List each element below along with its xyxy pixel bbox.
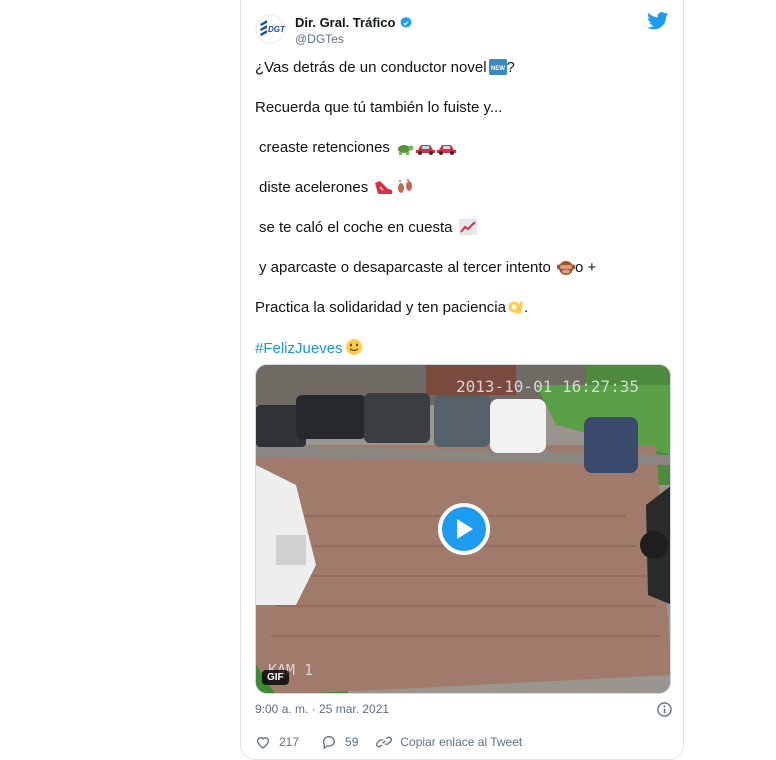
reply-icon bbox=[323, 735, 336, 750]
tweet-line-4: diste acelerones bbox=[259, 178, 414, 198]
tweet-line-text: ¿Vas detrás de un conductor novel bbox=[255, 59, 487, 76]
turtle-car-car-icon bbox=[398, 145, 457, 155]
overlay-timestamp: 2013-10-01 16:27:35 bbox=[456, 377, 640, 396]
tweet-line-1: ¿Vas detrás de un conductor novel NEW? bbox=[255, 58, 515, 78]
copy-link-label: Copiar enlace al Tweet bbox=[400, 735, 523, 749]
gif-badge: GIF bbox=[262, 670, 289, 685]
dgt-logo-icon[interactable]: DGT bbox=[255, 14, 289, 44]
shoe-footprints-icon bbox=[375, 179, 413, 194]
tweet-line-3: creaste retenciones bbox=[259, 138, 458, 158]
tweet-line-suffix: . bbox=[523, 299, 529, 316]
like-count: 217 bbox=[279, 735, 300, 749]
tweet-line-text: diste acelerones bbox=[259, 179, 369, 196]
play-icon bbox=[457, 519, 473, 539]
tweet-line-suffix: ? bbox=[506, 59, 515, 76]
new-button-icon: NEW bbox=[488, 59, 507, 75]
tweet-line-text: se te caló el coche en cuesta bbox=[259, 219, 453, 236]
hashtag-link[interactable]: #FelizJueves bbox=[255, 340, 343, 357]
reply-count: 59 bbox=[345, 735, 359, 749]
tweet-actions: 217 59 Copiar enlace al Tweet bbox=[255, 734, 522, 750]
tweet-line-2: Recuerda que tú también lo fuiste y... bbox=[255, 98, 502, 118]
verified-icon bbox=[400, 16, 412, 28]
slightly-smiling-face-icon bbox=[345, 339, 362, 355]
ok-hand-icon bbox=[508, 301, 523, 314]
tweet-line-suffix: o + bbox=[575, 259, 597, 276]
author-handle[interactable]: @DGTes bbox=[295, 32, 413, 46]
info-icon[interactable] bbox=[657, 702, 672, 717]
tweet-timestamp[interactable]: 9:00 a. m. · 25 mar. 2021 bbox=[255, 702, 389, 716]
heart-icon bbox=[256, 737, 270, 749]
tweet-line-7: Practica la solidaridad y ten paciencia. bbox=[255, 298, 528, 318]
author-block: Dir. Gral. Tráfico @DGTes bbox=[295, 14, 413, 46]
like-action[interactable]: 217 bbox=[255, 734, 299, 750]
tweet-line-text: Recuerda que tú también lo fuiste y... bbox=[255, 99, 503, 116]
chart-increasing-icon bbox=[458, 219, 477, 235]
tweet-line-5: se te caló el coche en cuesta bbox=[259, 218, 477, 238]
author-name[interactable]: Dir. Gral. Tráfico bbox=[295, 15, 395, 30]
tweet-line-hashtag: #FelizJueves bbox=[255, 338, 363, 359]
gif-media[interactable]: 2013-10-01 16:27:35 KAM 1 GIF bbox=[255, 364, 671, 694]
dgt-logo-text: DGT bbox=[268, 25, 286, 34]
copy-link-action[interactable]: Copiar enlace al Tweet bbox=[376, 734, 522, 750]
tweet-card: DGT Dir. Gral. Tráfico @DGTes ¿Vas detrá… bbox=[240, 0, 684, 760]
reply-action[interactable]: 59 bbox=[321, 734, 358, 750]
tweet-line-6: y aparcaste o desaparcaste al tercer int… bbox=[259, 258, 596, 278]
tweet-line-text: creaste retenciones bbox=[259, 139, 390, 156]
tweet-line-text: y aparcaste o desaparcaste al tercer int… bbox=[259, 259, 551, 276]
play-button[interactable] bbox=[438, 503, 490, 555]
see-no-evil-monkey-icon bbox=[557, 261, 576, 275]
tweet-header: DGT Dir. Gral. Tráfico @DGTes bbox=[255, 12, 669, 46]
twitter-bird-icon[interactable] bbox=[647, 12, 669, 30]
link-icon bbox=[376, 736, 393, 748]
svg-text:NEW: NEW bbox=[491, 66, 505, 72]
tweet-line-text: Practica la solidaridad y ten paciencia bbox=[255, 299, 506, 316]
